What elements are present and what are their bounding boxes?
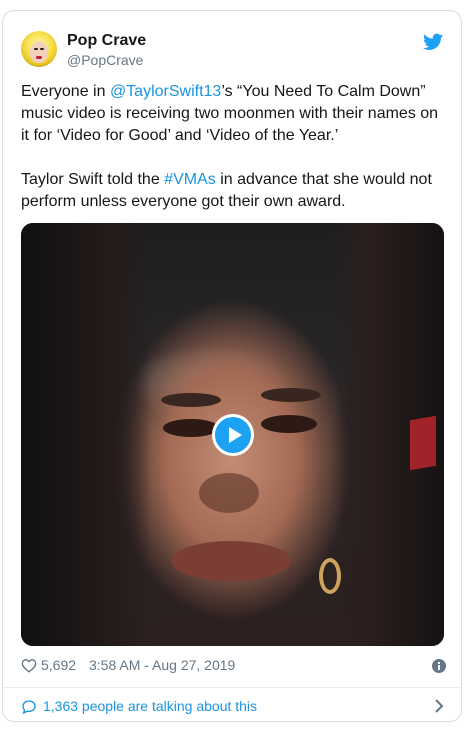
tweet-header: Pop Crave @PopCrave — [21, 31, 443, 71]
video-frame-background-sign — [410, 415, 436, 471]
tweet-paragraph-2: Taylor Swift told the #VMAs in advance t… — [21, 169, 446, 213]
info-icon[interactable] — [432, 659, 446, 673]
conversation-link[interactable]: 1,363 people are talking about this — [21, 696, 446, 716]
text-segment: Taylor Swift told the — [21, 171, 165, 188]
video-frame-lips — [171, 541, 291, 581]
avatar-face — [30, 41, 48, 63]
avatar-lips — [36, 56, 42, 59]
avatar-eye — [40, 48, 44, 50]
video-frame-nose — [199, 473, 259, 513]
hashtag-link[interactable]: #VMAs — [164, 171, 216, 188]
speech-bubble-icon — [22, 700, 36, 715]
video-frame-brow — [261, 388, 321, 402]
avatar-eye — [34, 48, 38, 50]
timestamp[interactable]: 3:58 AM - Aug 27, 2019 — [89, 657, 235, 673]
author-name[interactable]: Pop Crave — [67, 32, 146, 50]
play-button[interactable] — [212, 414, 254, 456]
text-segment: Everyone in — [21, 83, 110, 100]
heart-icon[interactable] — [21, 658, 37, 673]
video-frame-earring — [319, 558, 341, 594]
tweet-meta: 5,692 3:58 AM - Aug 27, 2019 — [21, 656, 446, 676]
like-count[interactable]: 5,692 — [41, 657, 76, 673]
video-frame-brow — [161, 393, 221, 407]
play-icon — [229, 427, 242, 443]
avatar[interactable] — [21, 31, 57, 67]
talking-count[interactable]: 1,363 people are talking about this — [43, 698, 257, 714]
tweet-paragraph-1: Everyone in @TaylorSwift13’s “You Need T… — [21, 81, 446, 147]
twitter-bird-icon[interactable] — [423, 33, 443, 51]
video-frame-eye — [261, 415, 317, 433]
chevron-right-icon[interactable] — [434, 699, 444, 713]
video-frame-hair — [21, 223, 151, 646]
author-handle[interactable]: @PopCrave — [67, 52, 143, 68]
video-frame-eye — [163, 419, 219, 437]
divider — [3, 687, 461, 688]
tweet-embed-card: Pop Crave @PopCrave Everyone in @TaylorS… — [2, 10, 462, 722]
mention-link[interactable]: @TaylorSwift13 — [110, 83, 221, 100]
tweet-text: Everyone in @TaylorSwift13’s “You Need T… — [21, 81, 446, 213]
video-thumbnail[interactable] — [21, 223, 444, 646]
